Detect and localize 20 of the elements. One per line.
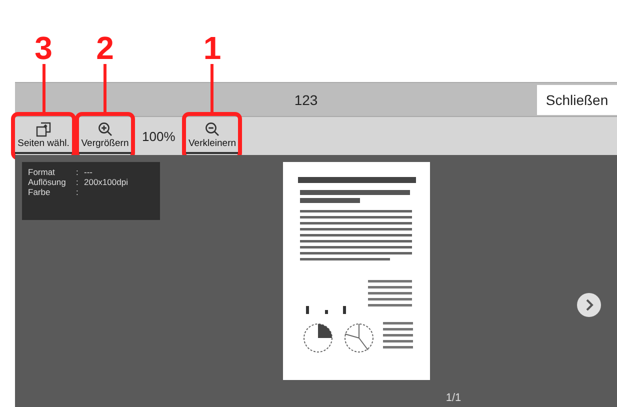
close-button[interactable]: Schließen [537, 84, 617, 114]
info-label: Farbe [28, 187, 52, 197]
info-value: --- [84, 167, 94, 177]
callout-number: 3 [34, 32, 52, 64]
page-counter: 1/1 [446, 392, 462, 404]
pages-icon [36, 122, 52, 136]
zoom-out-icon [204, 122, 220, 136]
info-label: Format [28, 167, 56, 177]
info-label: Auflösung [28, 177, 67, 187]
info-separator: : [76, 187, 80, 197]
info-separator: : [76, 167, 80, 177]
callout-number: 1 [203, 32, 222, 64]
zoom-in-icon [98, 122, 112, 136]
chevron-right-icon [584, 298, 594, 310]
window-title: 123 [293, 92, 319, 108]
next-page-button[interactable] [577, 292, 601, 316]
info-separator: : [76, 177, 80, 187]
zoom-level: 100% [141, 128, 176, 144]
info-value: 200x100dpi [84, 177, 129, 187]
callout-number: 2 [96, 32, 114, 64]
